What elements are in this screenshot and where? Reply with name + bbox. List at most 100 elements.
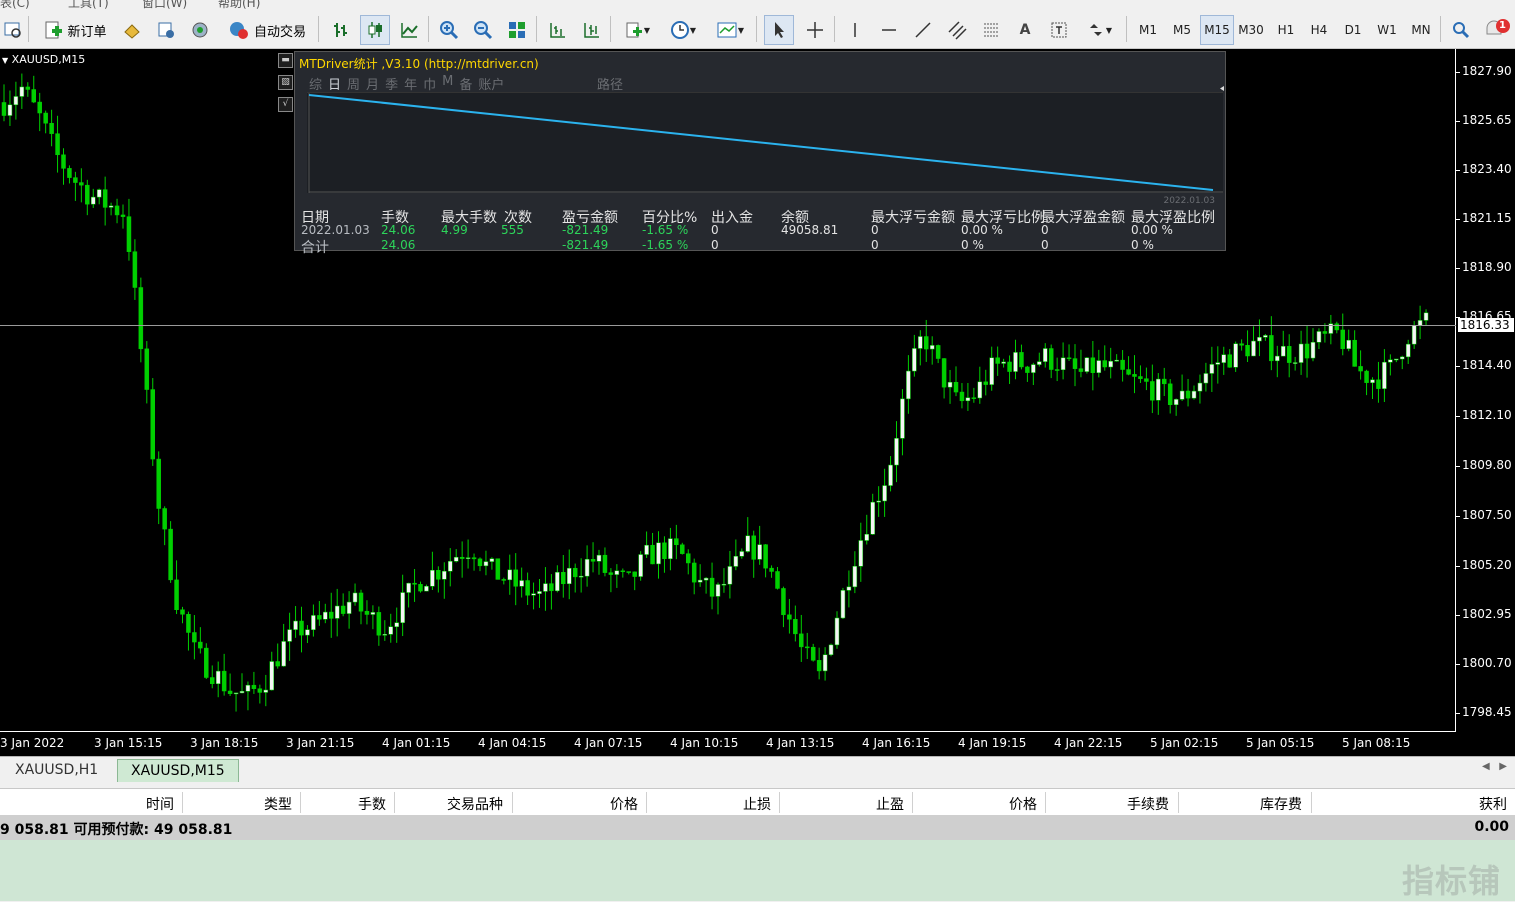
text-icon[interactable]: A [1010,15,1040,45]
periodicity-icon[interactable]: ▼ [662,15,704,45]
text-label-icon[interactable] [1044,15,1074,45]
menu-item-help[interactable]: 帮助(H) [218,0,260,10]
panel-scroll-icon[interactable] [1220,86,1224,91]
crosshair-icon[interactable] [800,15,830,45]
panel-tab-day[interactable]: 日 [328,74,341,93]
candle [1233,341,1238,372]
candle [150,378,155,466]
indicators-icon[interactable]: ▼ [616,15,658,45]
candle [953,366,959,397]
candle [192,615,197,660]
term-col-price[interactable]: 价格 [610,794,638,814]
tab-scroll-arrows[interactable]: ◀ ▶ [1482,761,1507,772]
cursor-icon[interactable] [764,15,794,45]
trendline-icon[interactable] [908,15,938,45]
term-col-symbol[interactable]: 交易品种 [447,794,503,814]
term-col-commission[interactable]: 手续费 [1127,794,1169,814]
candle [25,82,31,97]
vertical-line-icon[interactable] [840,15,870,45]
timeframe-h4[interactable]: H4 [1303,15,1335,45]
history-icon[interactable] [118,15,146,45]
panel-tab-quarter[interactable]: 季 [385,74,398,93]
templates-icon[interactable]: ▼ [708,15,752,45]
term-col-cur-price[interactable]: 价格 [1009,794,1037,814]
term-col-type[interactable]: 类型 [264,794,292,814]
panel-path-label[interactable]: 路径 [597,74,623,93]
candle [442,562,447,599]
panel-tab-magic[interactable]: M [442,74,453,93]
zoom-out-icon[interactable] [468,15,498,45]
panel-tab-note[interactable]: 备 [459,74,472,93]
timeframe-mn[interactable]: MN [1405,15,1437,45]
menu-item-tools[interactable]: 工具(T) [68,0,109,10]
term-col-sl[interactable]: 止损 [743,794,771,814]
timeframe-m15[interactable]: M15 [1200,15,1234,45]
toolbar: 新订单 自动交易 ▼ ▼ ▼ A ▼ M1 M5 M15 M30 H1 H4 D… [0,10,1515,49]
candle [1132,355,1137,394]
panel-tab-summary[interactable]: 综 [309,74,322,93]
candle [1144,367,1149,391]
new-order-button[interactable]: 新订单 [34,15,116,45]
zoom-in-icon[interactable] [434,15,464,45]
tile-windows-icon[interactable] [502,15,532,45]
timeframe-m5[interactable]: M5 [1166,15,1198,45]
arrows-icon[interactable]: ▼ [1078,15,1120,45]
chart-shift-icon[interactable] [542,15,572,45]
timeframe-m30[interactable]: M30 [1234,15,1268,45]
auto-trading-icon [229,22,248,39]
candle [662,536,667,573]
candle [781,586,786,628]
equidistant-channel-icon[interactable] [942,15,972,45]
chart-tab-xauusd-m15[interactable]: XAUUSD,M15 [117,759,239,782]
term-col-tp[interactable]: 止盈 [876,794,904,814]
candle [1072,344,1078,387]
candle [1150,364,1155,414]
panel-tab-week[interactable]: 周 [347,74,360,93]
tab-scroll-left-icon[interactable]: ◀ [1482,761,1490,772]
chart-window[interactable]: ▼ XAUUSD,M15 1816.33 ▬ ▧ √ MTDriver统计 ,V… [0,49,1515,756]
panel-check-icon[interactable]: √ [278,97,293,112]
balance-graph [307,92,1223,193]
horizontal-line-icon[interactable] [874,15,904,45]
notification-icon[interactable]: 1 [1480,15,1514,45]
market-watch-icon[interactable] [152,15,180,45]
candle [590,542,596,573]
panel-tab-currency[interactable]: 巾 [423,74,436,93]
panel-tab-month[interactable]: 月 [366,74,379,93]
candle [210,665,215,689]
panel-tab-year[interactable]: 年 [404,74,417,93]
fibonacci-icon[interactable] [976,15,1006,45]
search-icon[interactable] [1446,15,1476,45]
time-tick-label: 5 Jan 08:15 [1342,736,1411,750]
properties-icon[interactable] [0,15,26,45]
term-col-swap[interactable]: 库存费 [1260,794,1302,814]
timeframe-m1[interactable]: M1 [1132,15,1164,45]
candlestick-icon[interactable] [360,15,390,45]
panel-tab-account[interactable]: 账户 [478,74,504,93]
candle [1275,345,1280,378]
candle [186,611,191,651]
autoscroll-icon[interactable] [576,15,606,45]
term-col-lots[interactable]: 手数 [358,794,386,814]
auto-trading-button[interactable]: 自动交易 [220,15,314,45]
menu-item-charts[interactable]: 表(C) [0,0,30,10]
panel-minimize-icon[interactable]: ▬ [278,53,293,68]
term-col-time[interactable]: 时间 [146,794,174,814]
menu-item-window[interactable]: 窗口(W) [142,0,187,10]
tab-scroll-right-icon[interactable]: ▶ [1499,761,1507,772]
timeframe-h1[interactable]: H1 [1270,15,1302,45]
chart-tab-xauusd-h1[interactable]: XAUUSD,H1 [2,759,111,781]
candle [376,606,382,646]
time-tick-label: 3 Jan 18:15 [190,736,259,750]
candle [489,557,495,570]
line-chart-icon[interactable] [394,15,424,45]
signals-icon[interactable] [186,15,214,45]
bar-chart-icon[interactable] [326,15,356,45]
timeframe-w1[interactable]: W1 [1371,15,1403,45]
timeframe-d1[interactable]: D1 [1337,15,1369,45]
candle [418,581,423,593]
panel-chart-icon[interactable]: ▧ [278,75,293,90]
candle [1066,344,1072,361]
term-col-profit[interactable]: 获利 [1479,794,1507,814]
time-tick-label: 5 Jan 05:15 [1246,736,1315,750]
